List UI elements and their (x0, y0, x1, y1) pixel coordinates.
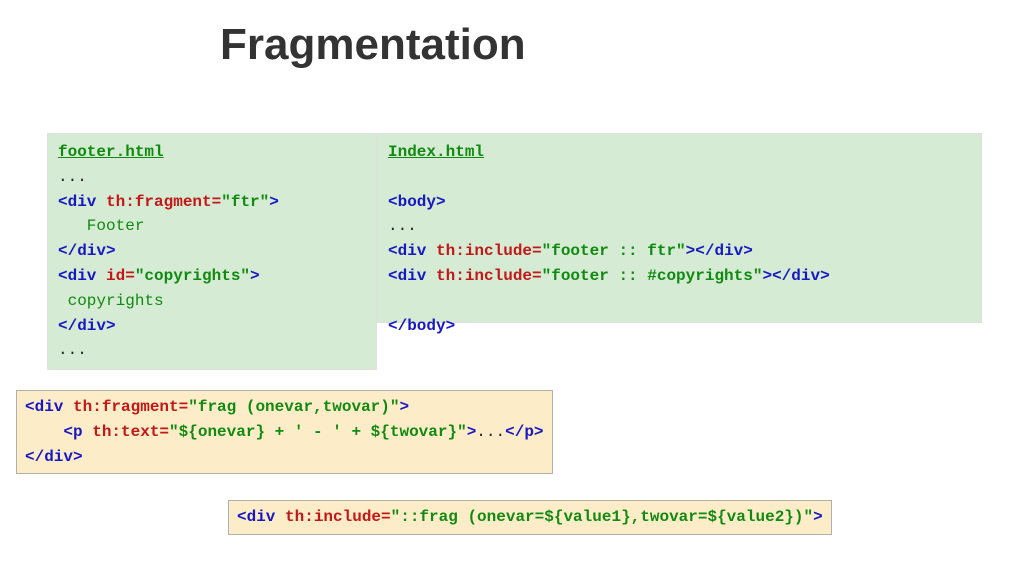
code-block: <div th:include="::frag (onevar=${value1… (237, 505, 823, 530)
code-block: footer.html ... <div th:fragment="ftr"> … (58, 140, 366, 363)
code-index-html: Index.html <body> ... <div th:include="f… (377, 133, 982, 323)
code-block: Index.html <body> ... <div th:include="f… (388, 140, 971, 338)
slide-title: Fragmentation (220, 20, 526, 70)
code-footer-html: footer.html ... <div th:fragment="ftr"> … (47, 133, 377, 370)
code-block: <div th:fragment="frag (onevar,twovar)">… (25, 395, 544, 469)
code-fragment-definition: <div th:fragment="frag (onevar,twovar)">… (16, 390, 553, 474)
code-fragment-include: <div th:include="::frag (onevar=${value1… (228, 500, 832, 535)
slide: Fragmentation footer.html ... <div th:fr… (0, 0, 1024, 576)
